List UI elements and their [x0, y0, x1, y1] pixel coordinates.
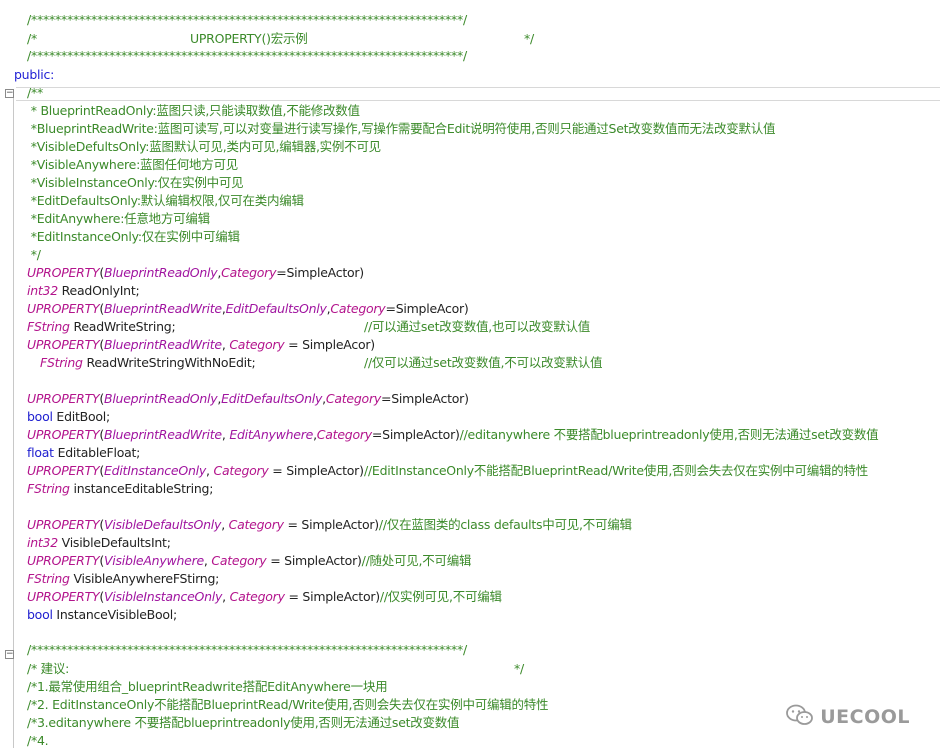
type-token: int32	[27, 283, 58, 298]
code-line: bool InstanceVisibleBool;	[27, 607, 177, 622]
advice-heading-end: */	[514, 661, 524, 676]
code-line: UPROPERTY(EditInstanceOnly, Category = S…	[27, 463, 364, 478]
inline-comment: //仅在蓝图类的class defaults中可见,不可编辑	[378, 517, 632, 532]
code-line: FString ReadWriteString;	[27, 319, 176, 334]
inline-comment: //仅实例可见,不可编辑	[379, 589, 502, 604]
code-line: bool EditBool;	[27, 409, 110, 424]
macro-token: UPROPERTY	[27, 265, 100, 280]
advice-item: /*3.editanywhere 不要搭配blueprintreadonly使用…	[27, 715, 460, 730]
inline-comment: //随处可见,不可编辑	[361, 553, 472, 568]
code-line: UPROPERTY(VisibleDefaultsOnly, Category …	[27, 517, 632, 532]
footer-banner: /***************************************…	[27, 642, 467, 657]
doc-line: *EditInstanceOnly:仅在实例中可编辑	[27, 229, 240, 244]
code-line: float EditableFloat;	[27, 445, 141, 460]
banner-bottom: /***************************************…	[27, 48, 467, 63]
doc-line: *BlueprintReadWrite:蓝图可读写,可以对变量进行读写操作,写操…	[27, 121, 776, 136]
code-line: UPROPERTY(BlueprintReadWrite, EditAnywhe…	[27, 427, 879, 442]
doc-open: /**	[27, 85, 43, 100]
public-keyword: public:	[14, 67, 55, 82]
inline-comment: //editanywhere 不要搭配blueprintreadonly使用,否…	[459, 427, 879, 442]
fold-toggle-icon[interactable]: −	[5, 89, 14, 98]
code-line: int32 VisibleDefaultsInt;	[27, 535, 171, 550]
watermark: UECOOL	[786, 704, 910, 731]
doc-line: *VisibleDefultsOnly:蓝图默认可见,类内可见,编辑器,实例不可…	[27, 139, 381, 154]
category-token: Category	[221, 265, 277, 280]
banner-top: /***************************************…	[27, 12, 467, 27]
doc-line: *VisibleInstanceOnly:仅在实例中可见	[27, 175, 244, 190]
banner-mid-left: /*	[27, 31, 37, 46]
advice-item: /*4.	[27, 733, 49, 748]
current-line-highlight	[16, 87, 940, 101]
code-line: UPROPERTY(BlueprintReadOnly,EditDefaults…	[27, 391, 469, 406]
advice-item: /*1.最常使用组合_blueprintReadwrite搭配EditAnywh…	[27, 679, 388, 694]
code-line: UPROPERTY(BlueprintReadWrite, Category =…	[27, 337, 375, 352]
code-line: int32 ReadOnlyInt;	[27, 283, 140, 298]
advice-heading: /* 建议:	[27, 661, 70, 676]
code-line: UPROPERTY(VisibleAnywhere, Category = Si…	[27, 553, 472, 568]
doc-line: * BlueprintReadOnly:蓝图只读,只能读取数值,不能修改数值	[27, 103, 360, 118]
inline-comment: //可以通过set改变数值,也可以改变默认值	[364, 319, 591, 334]
code-line: FString VisibleAnywhereFStirng;	[27, 571, 220, 586]
specifier-token: BlueprintReadOnly	[104, 265, 218, 280]
doc-line: *EditAnywhere:任意地方可编辑	[27, 211, 210, 226]
wechat-icon	[786, 704, 814, 731]
code-editor[interactable]: − − /***********************************…	[0, 0, 940, 755]
banner-mid-right: */	[524, 31, 534, 46]
code-line: FString instanceEditableString;	[27, 481, 214, 496]
banner-title: UPROPERTY()宏示例	[190, 31, 308, 46]
code-line: FString ReadWriteStringWithNoEdit;	[40, 355, 256, 370]
doc-line: *VisibleAnywhere:蓝图任何地方可见	[27, 157, 239, 172]
code-line: UPROPERTY(BlueprintReadOnly,Category=Sim…	[27, 265, 364, 280]
watermark-text: UECOOL	[820, 706, 910, 728]
fold-toggle-icon[interactable]: −	[5, 650, 14, 659]
code-line: UPROPERTY(VisibleInstanceOnly, Category …	[27, 589, 502, 604]
inline-comment: //仅可以通过set改变数值,不可以改变默认值	[364, 355, 603, 370]
code-line: UPROPERTY(BlueprintReadWrite,EditDefault…	[27, 301, 469, 316]
doc-line: *EditDefaultsOnly:默认编辑权限,仅可在类内编辑	[27, 193, 304, 208]
inline-comment: //EditInstanceOnly不能搭配BlueprintRead/Writ…	[364, 463, 869, 478]
doc-close: */	[27, 247, 41, 262]
advice-item: /*2. EditInstanceOnly不能搭配BlueprintRead/W…	[27, 697, 549, 712]
